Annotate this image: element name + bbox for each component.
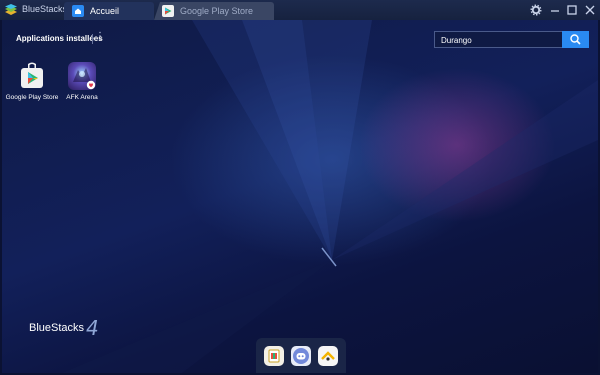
bluestacks-brand: BlueStacks (29, 322, 85, 334)
installed-apps-title: Applications installées (16, 34, 103, 43)
bluestacks-logo-icon (5, 4, 17, 15)
home-screen: Applications installées ⋮ Google Play St… (2, 20, 598, 373)
tab-google-play-store-label: Google Play Store (180, 6, 254, 16)
play-store-icon (18, 62, 46, 90)
title-bar: BlueStacks Accueil Google Play Store (0, 0, 600, 20)
discord-icon[interactable] (291, 346, 311, 366)
afk-arena-icon (68, 62, 96, 90)
play-store-icon (162, 5, 174, 17)
app-center-icon[interactable] (264, 346, 284, 366)
close-icon[interactable] (584, 4, 596, 16)
helper-icon[interactable] (318, 346, 338, 366)
maximize-icon[interactable] (566, 4, 578, 16)
search-button[interactable] (562, 31, 589, 48)
search-input[interactable] (441, 34, 556, 46)
dock (256, 338, 346, 373)
tab-home-label: Accueil (90, 6, 120, 16)
minimize-icon[interactable] (549, 4, 561, 16)
home-icon (72, 5, 84, 17)
divider (92, 34, 93, 44)
bluestacks-version: 4 (86, 316, 99, 340)
app-label: AFK Arena (66, 94, 98, 101)
app-title: BlueStacks (22, 4, 68, 14)
app-afk-arena[interactable]: AFK Arena (52, 62, 112, 101)
more-options-icon[interactable]: ⋮ (95, 31, 105, 42)
settings-icon[interactable] (530, 4, 542, 16)
tab-home[interactable]: Accueil (64, 2, 154, 20)
search-icon (570, 34, 581, 45)
search-box[interactable] (434, 31, 589, 48)
tab-google-play-store[interactable]: Google Play Store (154, 2, 274, 20)
